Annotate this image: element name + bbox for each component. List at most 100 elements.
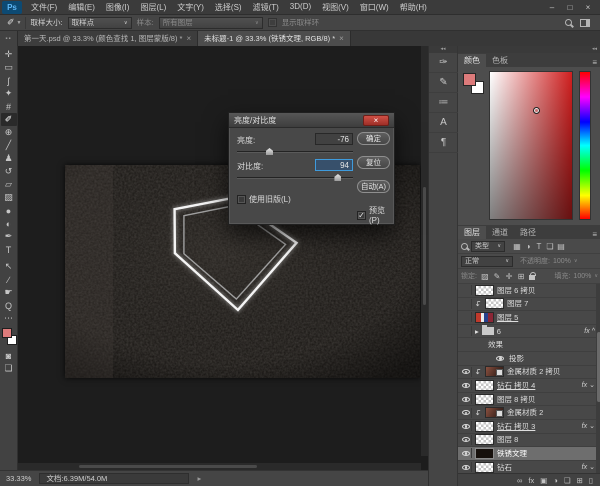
visibility-toggle[interactable] [460, 367, 472, 377]
brush-settings-icon[interactable]: ✎ [429, 73, 458, 93]
layer-row[interactable]: ↴金属材质 2 拷贝 [458, 366, 600, 380]
screen-mode-button[interactable]: ❏ [1, 362, 17, 375]
filter-shape-layers-icon[interactable]: ❏ [545, 242, 555, 251]
scrollbar-thumb[interactable] [597, 332, 600, 402]
brightness-slider[interactable] [237, 148, 353, 156]
visibility-toggle[interactable] [460, 408, 472, 418]
paragraph-panel-icon[interactable]: ¶ [429, 133, 458, 153]
menu-item-编辑[interactable]: 编辑(E) [63, 1, 100, 14]
menu-item-视图[interactable]: 视图(V) [317, 1, 354, 14]
marquee-tool[interactable]: ▭ [1, 61, 17, 74]
fx-chevron-icon[interactable]: ⌄ [589, 463, 595, 471]
color-marker[interactable] [533, 107, 540, 114]
menu-item-3D[interactable]: 3D(D) [285, 1, 316, 14]
layer-row[interactable]: 钻石fx⌄ [458, 461, 600, 473]
layer-thumbnail[interactable] [475, 434, 494, 445]
layer-thumbnail[interactable] [485, 298, 504, 309]
new-layer-icon[interactable]: ⊞ [577, 476, 583, 485]
layer-row[interactable]: 图层 8 拷贝 [458, 393, 600, 407]
panel-menu-icon[interactable]: ≡ [592, 58, 600, 67]
layer-thumbnail[interactable] [475, 421, 494, 432]
zoom-tool[interactable]: Q [1, 299, 17, 312]
layer-row[interactable]: 效果 [458, 338, 600, 352]
maximize-button[interactable]: □ [562, 2, 578, 13]
lock-artboard-icon[interactable]: ⊞ [516, 272, 526, 281]
layer-row[interactable]: ▸6fx^ [458, 325, 600, 339]
brush-tool[interactable]: ╱ [1, 139, 17, 152]
tab-close-icon[interactable]: × [186, 34, 191, 43]
quick-mask-button[interactable]: ◙ [1, 349, 17, 362]
fx-chevron-icon[interactable]: ⌄ [589, 422, 595, 430]
pen-tool[interactable]: ✒ [1, 230, 17, 243]
workspace-icon[interactable] [580, 19, 590, 27]
layer-thumbnail[interactable] [475, 312, 494, 323]
menu-item-帮助[interactable]: 帮助(H) [395, 1, 432, 14]
close-button[interactable]: × [580, 2, 596, 13]
layer-row[interactable]: 铁锈文理 [458, 447, 600, 461]
status-arrow-icon[interactable]: ▸ [197, 474, 201, 483]
link-layers-icon[interactable]: ∞ [517, 476, 522, 485]
canvas-vertical-scrollbar[interactable] [421, 46, 428, 456]
adjustment-layer-icon[interactable]: ◑ [553, 476, 558, 485]
healing-brush-tool[interactable]: ⊕ [1, 126, 17, 139]
menu-item-选择[interactable]: 选择(S) [210, 1, 247, 14]
saturation-brightness-field[interactable] [489, 71, 573, 220]
layer-name[interactable]: 图层 8 拷贝 [497, 394, 535, 405]
layer-name[interactable]: 钻石 拷贝 4 [497, 380, 535, 391]
dialog-title-bar[interactable]: 亮度/对比度 × [229, 113, 394, 128]
lock-all-icon[interactable] [529, 275, 535, 280]
layer-thumbnail[interactable] [475, 285, 494, 296]
lock-transparency-icon[interactable]: ▨ [480, 272, 490, 281]
preview-checkbox-row[interactable]: ✓ 预览(P) [357, 205, 394, 225]
canvas-area[interactable] [18, 46, 428, 470]
lock-position-icon[interactable]: ✛ [504, 272, 514, 281]
filter-pixel-layers-icon[interactable]: ▦ [512, 242, 522, 251]
menu-item-文字[interactable]: 文字(Y) [172, 1, 209, 14]
filter-adjustment-layers-icon[interactable]: ◑ [523, 242, 533, 251]
layer-name[interactable]: 图层 5 [497, 312, 518, 323]
layer-name[interactable]: 图层 7 [507, 298, 528, 309]
toolbar-collapse-cap[interactable]: ▪▪ [0, 31, 18, 46]
layer-name[interactable]: 图层 6 拷贝 [497, 285, 535, 296]
menu-item-滤镜[interactable]: 滤镜(T) [248, 1, 284, 14]
auto-button[interactable]: 自动(A) [357, 180, 390, 193]
brush-presets-icon[interactable]: ✑ [429, 53, 458, 73]
minimize-button[interactable]: – [544, 2, 560, 13]
use-legacy-checkbox-row[interactable]: 使用旧版(L) [237, 194, 291, 205]
clone-stamp-tool[interactable]: ♟ [1, 152, 17, 165]
use-legacy-checkbox[interactable] [237, 195, 246, 204]
visibility-toggle[interactable] [460, 380, 472, 390]
filter-search-icon[interactable] [461, 243, 468, 250]
foreground-color-swatch[interactable] [2, 328, 12, 338]
visibility-toggle[interactable] [494, 353, 506, 363]
color-swatches[interactable] [463, 73, 485, 95]
document-tab-1[interactable]: 第一天.psd @ 33.3% (颜色查找 1, 图层蒙版/8) *× [18, 31, 198, 46]
layer-row[interactable]: 图层 8 [458, 434, 600, 448]
visibility-toggle[interactable] [460, 421, 472, 431]
brightness-input[interactable] [315, 133, 353, 145]
lock-pixels-icon[interactable]: ✎ [492, 272, 502, 281]
visibility-toggle[interactable] [460, 435, 472, 445]
ps-logo[interactable]: Ps [2, 1, 22, 14]
visibility-toggle[interactable] [460, 448, 472, 458]
blend-mode-dropdown[interactable]: 正常 ∨ [461, 256, 513, 267]
filter-smart-objects-icon[interactable]: ▤ [556, 242, 566, 251]
layers-tab-通道[interactable]: 通道 [486, 226, 514, 239]
color-tab-色板[interactable]: 色板 [486, 54, 514, 67]
add-mask-icon[interactable]: ▣ [540, 476, 547, 485]
reset-button[interactable]: 复位 [357, 156, 390, 169]
filter-type-dropdown[interactable]: 类型 ∨ [471, 241, 505, 252]
contrast-slider[interactable] [237, 174, 353, 182]
layer-thumbnail[interactable] [475, 448, 494, 459]
crop-tool[interactable]: # [1, 100, 17, 113]
layer-row[interactable]: 钻石 拷贝 3fx⌄ [458, 420, 600, 434]
layer-thumbnail[interactable] [475, 380, 494, 391]
layer-name[interactable]: 图层 8 [497, 434, 518, 445]
layer-row[interactable]: 图层 5 [458, 311, 600, 325]
visibility-toggle[interactable] [460, 326, 472, 336]
layer-name[interactable]: 金属材质 2 [507, 407, 543, 418]
visibility-toggle[interactable] [460, 462, 472, 472]
gradient-tool[interactable]: ▨ [1, 191, 17, 204]
layer-row[interactable]: 图层 6 拷贝 [458, 284, 600, 298]
fx-chevron-icon[interactable]: ^ [592, 328, 595, 335]
